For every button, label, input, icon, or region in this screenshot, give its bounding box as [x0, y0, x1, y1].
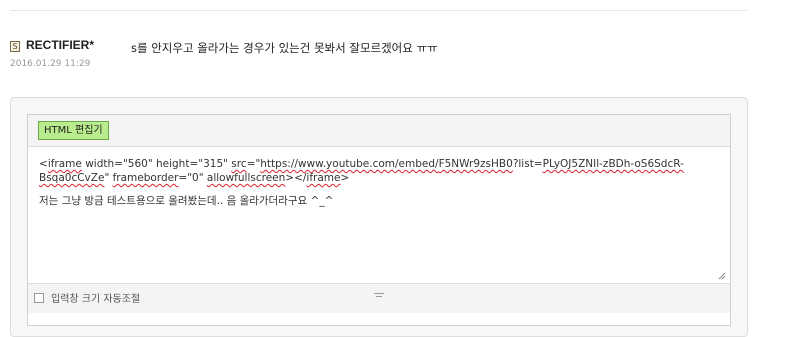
- editor-toolbar: HTML 편집기: [28, 115, 730, 147]
- editor-text-area[interactable]: <iframe width="560" height="315" src="ht…: [28, 148, 730, 283]
- reply-box: HTML 편집기 <iframe width="560" height="315…: [10, 97, 748, 337]
- comment-author[interactable]: RECTIFIER*: [26, 38, 94, 52]
- code-line-1: <iframe width="560" height="315" src="ht…: [39, 158, 684, 170]
- level-badge-icon: S: [10, 41, 20, 52]
- html-editor-button[interactable]: HTML 편집기: [38, 121, 109, 140]
- top-divider: [10, 10, 747, 11]
- editor-bottom-bar: 입력창 크기 자동조절: [28, 283, 730, 313]
- reply-editor: HTML 편집기 <iframe width="560" height="315…: [27, 114, 731, 326]
- comment: S RECTIFIER* 2016.01.29 11:29 s를 안지우고 올라…: [10, 38, 747, 78]
- resize-grip-icon[interactable]: [718, 272, 726, 280]
- message-line: 저는 그냥 방금 테스트용으로 올려봤는데.. 음 올라가더라구요 ^_^: [39, 195, 334, 207]
- comment-timestamp: 2016.01.29 11:29: [10, 59, 91, 69]
- drag-handle-icon[interactable]: [374, 293, 384, 299]
- autosize-checkbox[interactable]: [34, 293, 44, 303]
- code-line-2: Bsqa0cCvZe" frameborder="0" allowfullscr…: [39, 172, 350, 184]
- comment-text: s를 안지우고 올라가는 경우가 있는건 못봐서 잘모르겠어요 ㅠㅠ: [131, 41, 438, 55]
- autosize-label: 입력창 크기 자동조절: [51, 294, 141, 305]
